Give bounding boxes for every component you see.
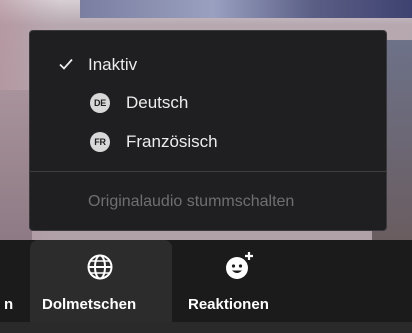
video-background-left-region	[0, 90, 32, 240]
video-background-top-region	[80, 0, 412, 18]
checkmark-icon	[59, 58, 73, 70]
interpretation-button[interactable]: Dolmetschen	[30, 240, 172, 322]
menu-item-label: Originalaudio stummschalten	[88, 193, 295, 210]
menu-item-label: Inaktiv	[88, 55, 138, 74]
emoji-add-icon	[223, 250, 255, 282]
language-badge-de: DE	[90, 93, 110, 113]
toolbar-button-label: n	[4, 296, 14, 313]
meeting-toolbar: n Dolmetschen Reaktionen	[0, 240, 412, 322]
menu-divider	[30, 171, 386, 172]
menu-item-label: Deutsch	[126, 93, 189, 112]
interpretation-language-menu: Inaktiv DE Deutsch FR Französisch Origin…	[29, 30, 387, 231]
language-badge-fr: FR	[90, 132, 110, 152]
toolbar-button-label: Dolmetschen	[42, 296, 137, 313]
menu-item-inaktiv[interactable]: Inaktiv	[30, 47, 386, 83]
toolbar-button-partial[interactable]: n	[0, 240, 22, 322]
menu-item-mute-original-audio[interactable]: Originalaudio stummschalten	[30, 184, 386, 220]
menu-item-label: Französisch	[126, 132, 218, 151]
toolbar-button-label: Reaktionen	[188, 296, 269, 313]
menu-item-franzoesisch[interactable]: FR Französisch	[30, 124, 386, 160]
toolbar-bottom-strip	[0, 322, 412, 333]
globe-icon	[85, 252, 115, 282]
menu-item-deutsch[interactable]: DE Deutsch	[30, 85, 386, 121]
reactions-button[interactable]: Reaktionen	[178, 240, 298, 322]
